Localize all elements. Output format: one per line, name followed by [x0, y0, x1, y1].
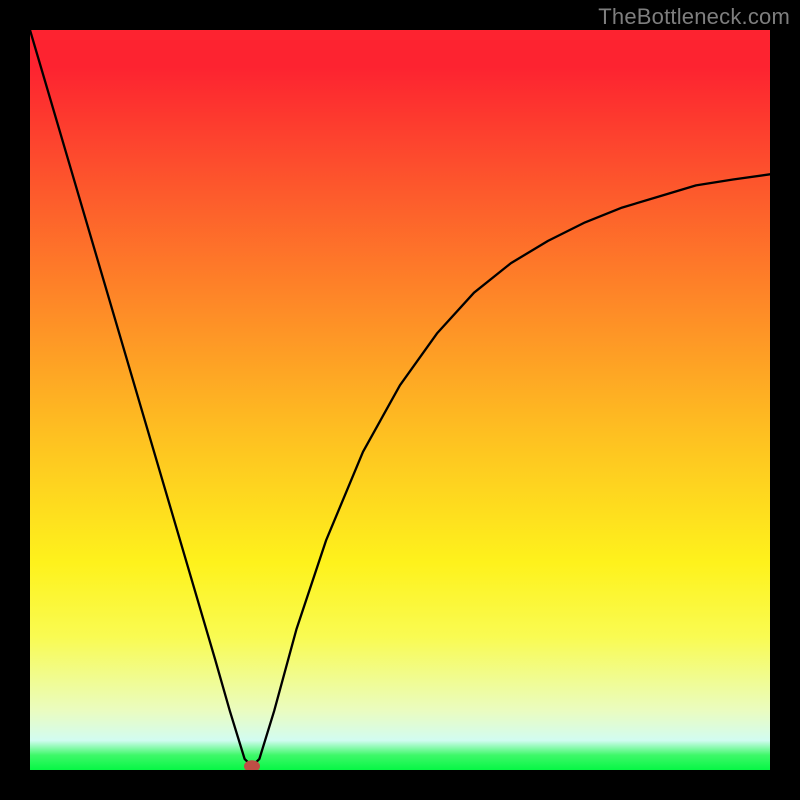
curve-layer [30, 30, 770, 770]
chart-frame: TheBottleneck.com [0, 0, 800, 800]
plot-area [30, 30, 770, 770]
bottleneck-curve [30, 30, 770, 766]
watermark-text: TheBottleneck.com [598, 4, 790, 30]
